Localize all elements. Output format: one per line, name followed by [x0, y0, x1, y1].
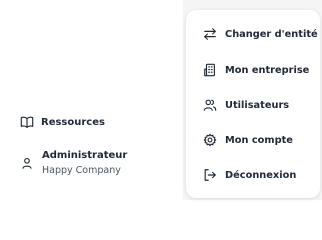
- menu-item-logout[interactable]: Déconnexion: [203, 168, 296, 182]
- sidebar-item-resources[interactable]: Ressources: [20, 115, 105, 129]
- menu-item-my-company[interactable]: Mon entreprise: [203, 63, 309, 77]
- menu-item-my-account[interactable]: Mon compte: [203, 133, 293, 147]
- gear-icon: [203, 133, 217, 147]
- account-menu: Changer d'entité Mon entreprise Utilisat…: [186, 10, 320, 198]
- switch-arrows-icon: [203, 27, 217, 41]
- sidebar-item-label: Ressources: [41, 116, 105, 128]
- user-icon: [20, 156, 34, 170]
- menu-item-label: Mon entreprise: [225, 64, 310, 76]
- menu-item-label: Mon compte: [225, 134, 293, 146]
- user-company: Happy Company: [42, 165, 121, 176]
- user-profile[interactable]: Administrateur Happy Company: [20, 150, 127, 176]
- building-icon: [203, 63, 217, 77]
- menu-item-label: Changer d'entité: [225, 28, 318, 40]
- menu-item-change-entity[interactable]: Changer d'entité: [203, 27, 318, 41]
- account-menu-panel: Changer d'entité Mon entreprise Utilisat…: [183, 0, 322, 200]
- user-name: Administrateur: [42, 150, 128, 161]
- menu-item-users[interactable]: Utilisateurs: [203, 98, 289, 112]
- book-open-icon: [20, 115, 34, 129]
- sidebar: Ressources Administrateur Happy Company: [0, 0, 183, 200]
- menu-item-label: Utilisateurs: [225, 99, 290, 111]
- users-icon: [203, 98, 217, 112]
- menu-item-label: Déconnexion: [225, 169, 297, 181]
- logout-icon: [203, 168, 217, 182]
